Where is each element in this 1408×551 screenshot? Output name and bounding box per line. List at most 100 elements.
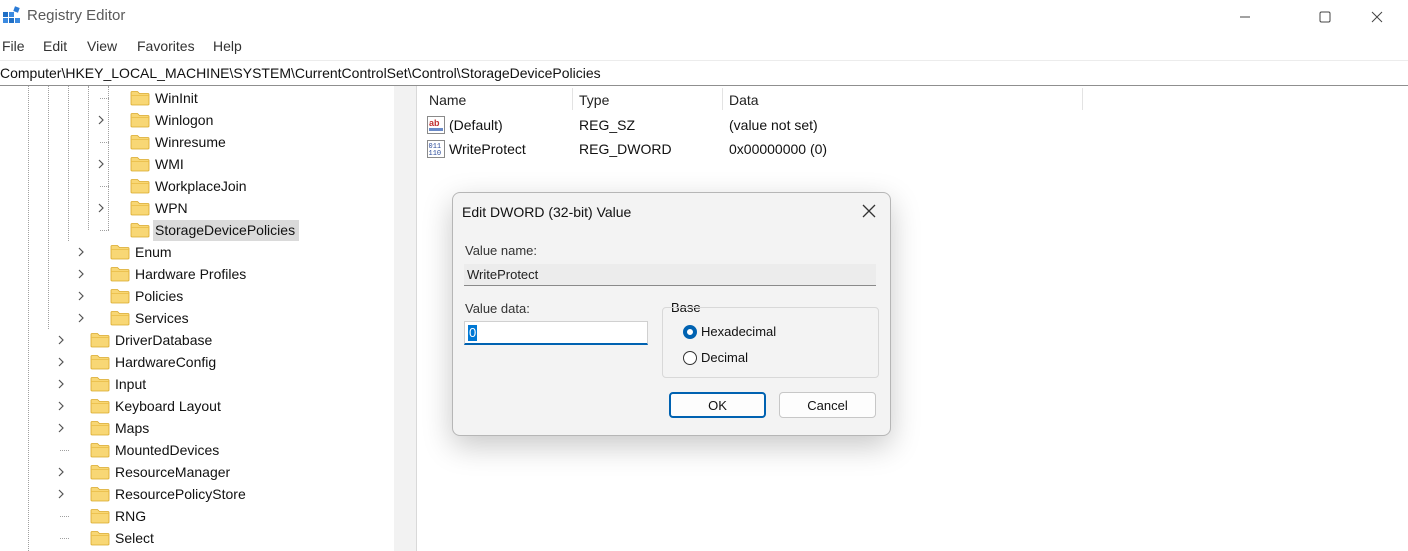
menu-edit[interactable]: Edit	[43, 38, 67, 54]
tree-item-label[interactable]: WMI	[155, 156, 184, 172]
tree-item-label[interactable]: Maps	[115, 420, 149, 436]
tree-item-label[interactable]: WinInit	[155, 90, 198, 106]
dialog-close-button[interactable]	[857, 201, 881, 221]
tree-item-label[interactable]: Winresume	[155, 134, 226, 150]
tree-item[interactable]: Services	[0, 307, 394, 329]
column-header-data[interactable]: Data	[729, 92, 759, 108]
menu-file[interactable]: File	[2, 38, 25, 54]
tree-item[interactable]: RNG	[0, 505, 394, 527]
column-divider[interactable]	[722, 88, 723, 110]
tree-item[interactable]: Maps	[0, 417, 394, 439]
column-divider[interactable]	[572, 88, 573, 110]
tree-item[interactable]: WPN	[0, 197, 394, 219]
tree-item[interactable]: WorkplaceJoin	[0, 175, 394, 197]
tree-item[interactable]: Keyboard Layout	[0, 395, 394, 417]
tree-item[interactable]: DriverDatabase	[0, 329, 394, 351]
address-path[interactable]: Computer\HKEY_LOCAL_MACHINE\SYSTEM\Curre…	[0, 65, 601, 81]
cancel-button[interactable]: Cancel	[779, 392, 876, 418]
tree-item-label[interactable]: StorageDevicePolicies	[153, 220, 300, 241]
folder-icon	[130, 90, 150, 106]
tree-item[interactable]: Policies	[0, 285, 394, 307]
folder-icon	[90, 398, 110, 414]
value-data-input[interactable]: 0	[464, 321, 648, 345]
minimize-button[interactable]	[1218, 0, 1272, 33]
tree-item-label[interactable]: Hardware Profiles	[135, 266, 246, 282]
svg-text:ab: ab	[429, 118, 440, 128]
value-data-text: 0	[468, 325, 478, 341]
chevron-right-icon[interactable]	[55, 421, 67, 435]
folder-icon	[90, 354, 110, 370]
tree-item[interactable]: Select	[0, 527, 394, 549]
decimal-radio[interactable]	[683, 351, 697, 365]
tree-item[interactable]: MountedDevices	[0, 439, 394, 461]
tree-item-label[interactable]: WorkplaceJoin	[155, 178, 247, 194]
tree-item-label[interactable]: Select	[115, 530, 154, 546]
value-data-label: Value data:	[465, 301, 530, 316]
maximize-button[interactable]	[1298, 0, 1352, 33]
tree-item[interactable]: StorageDevicePolicies	[0, 219, 394, 241]
close-icon	[1371, 11, 1383, 22]
chevron-right-icon[interactable]	[75, 289, 87, 303]
column-divider[interactable]	[1082, 88, 1083, 110]
value-row-default[interactable]: ab (Default) REG_SZ (value not set)	[422, 114, 1222, 136]
chevron-right-icon[interactable]	[55, 487, 67, 501]
tree-item-label[interactable]: HardwareConfig	[115, 354, 216, 370]
maximize-icon	[1319, 11, 1331, 22]
tree-item-label[interactable]: Keyboard Layout	[115, 398, 221, 414]
chevron-right-icon[interactable]	[75, 245, 87, 259]
menu-help[interactable]: Help	[213, 38, 242, 54]
tree-item-label[interactable]: Winlogon	[155, 112, 213, 128]
tree-item[interactable]: Winresume	[0, 131, 394, 153]
close-window-button[interactable]	[1350, 0, 1404, 33]
chevron-right-icon[interactable]	[55, 377, 67, 391]
key-tree[interactable]: WinInit Winlogon Winresume WMI WorkplaceJoin…	[0, 86, 417, 551]
tree-item[interactable]: Enum	[0, 241, 394, 263]
tree-item-label[interactable]: DriverDatabase	[115, 332, 212, 348]
base-group	[662, 307, 879, 378]
ok-button[interactable]: OK	[669, 392, 766, 418]
address-bar[interactable]: Computer\HKEY_LOCAL_MACHINE\SYSTEM\Curre…	[0, 60, 1408, 86]
tree-item[interactable]: ResourcePolicyStore	[0, 483, 394, 505]
hexadecimal-radio[interactable]	[683, 325, 697, 339]
tree-item-label[interactable]: Services	[135, 310, 189, 326]
folder-icon	[130, 134, 150, 150]
hexadecimal-label[interactable]: Hexadecimal	[701, 324, 776, 339]
value-type: REG_DWORD	[579, 141, 672, 157]
chevron-right-icon[interactable]	[55, 333, 67, 347]
chevron-right-icon[interactable]	[75, 267, 87, 281]
tree-connector	[60, 450, 69, 451]
tree-item-label[interactable]: ResourceManager	[115, 464, 230, 480]
tree-item[interactable]: Winlogon	[0, 109, 394, 131]
tree-item-label[interactable]: Enum	[135, 244, 172, 260]
value-name: (Default)	[449, 117, 503, 133]
chevron-right-icon[interactable]	[55, 465, 67, 479]
menu-favorites[interactable]: Favorites	[137, 38, 195, 54]
tree-item-label[interactable]: RNG	[115, 508, 146, 524]
tree-item-label[interactable]: Policies	[135, 288, 183, 304]
tree-item-label[interactable]: ResourcePolicyStore	[115, 486, 246, 502]
decimal-label[interactable]: Decimal	[701, 350, 748, 365]
tree-item[interactable]: WinInit	[0, 87, 394, 109]
chevron-right-icon[interactable]	[95, 201, 107, 215]
tree-item[interactable]: Input	[0, 373, 394, 395]
menu-view[interactable]: View	[87, 38, 117, 54]
chevron-right-icon[interactable]	[95, 113, 107, 127]
tree-item-label[interactable]: WPN	[155, 200, 188, 216]
tree-scrollbar[interactable]	[394, 86, 416, 551]
tree-item-label[interactable]: MountedDevices	[115, 442, 219, 458]
tree-item[interactable]: ResourceManager	[0, 461, 394, 483]
folder-icon	[90, 420, 110, 436]
chevron-right-icon[interactable]	[55, 399, 67, 413]
column-header-name[interactable]: Name	[429, 92, 466, 108]
column-header-type[interactable]: Type	[579, 92, 609, 108]
chevron-right-icon[interactable]	[75, 311, 87, 325]
binary-value-icon: 011 110	[427, 140, 445, 158]
chevron-right-icon[interactable]	[95, 157, 107, 171]
tree-item[interactable]: Hardware Profiles	[0, 263, 394, 285]
value-type: REG_SZ	[579, 117, 636, 133]
value-row-writeprotect[interactable]: 011 110 WriteProtect REG_DWORD 0x0000000…	[422, 138, 1222, 160]
tree-item[interactable]: WMI	[0, 153, 394, 175]
tree-item[interactable]: HardwareConfig	[0, 351, 394, 373]
tree-item-label[interactable]: Input	[115, 376, 146, 392]
chevron-right-icon[interactable]	[55, 355, 67, 369]
